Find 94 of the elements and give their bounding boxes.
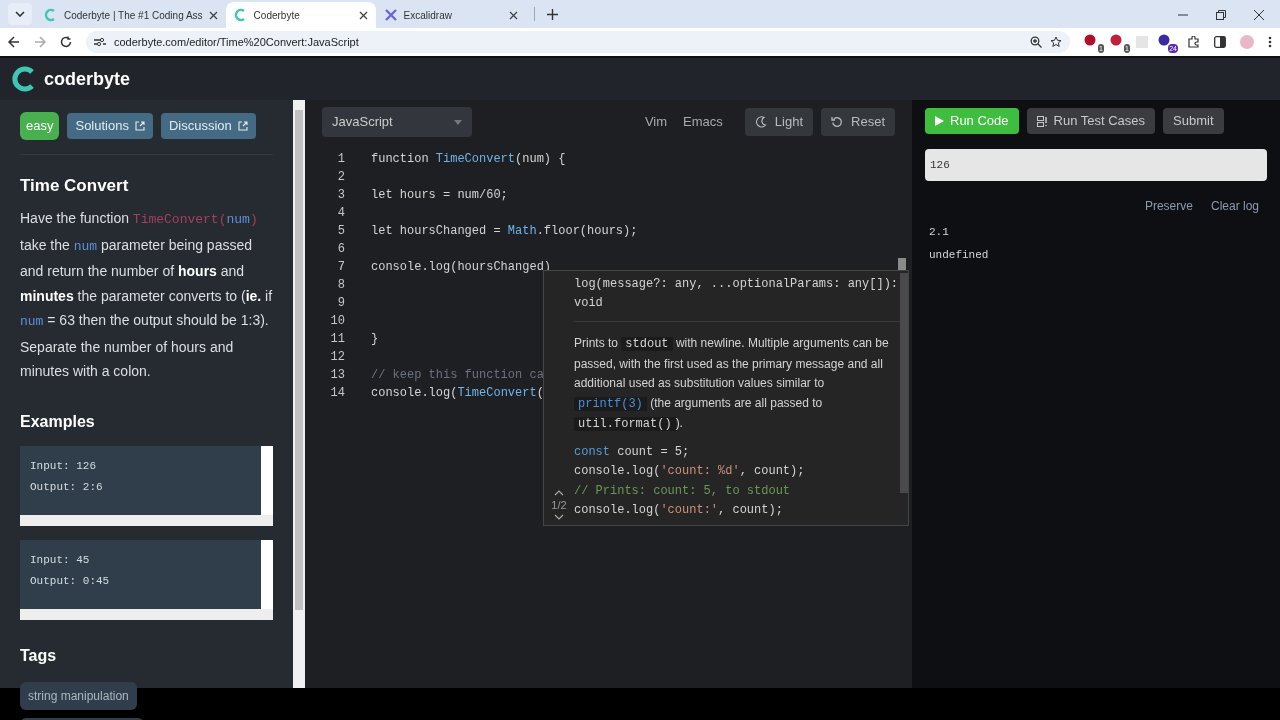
submit-button[interactable]: Submit — [1163, 108, 1224, 134]
caret-icon — [454, 119, 462, 125]
examples-heading: Examples — [20, 411, 96, 432]
code-line: let hoursChanged = Math.floor(hours); — [371, 223, 638, 240]
chevron-down-icon — [15, 11, 25, 17]
input-field[interactable]: 126 — [925, 149, 1267, 181]
address-bar[interactable]: coderbyte.com/editor/Time%20Convert:JavaScript — [86, 31, 1070, 53]
external-link-button[interactable]: Discussion — [160, 112, 256, 139]
theme-button[interactable]: Light — [744, 108, 814, 136]
external-link-icon — [134, 120, 145, 131]
close-icon[interactable] — [1254, 10, 1264, 20]
mode-button[interactable]: Emacs — [683, 112, 723, 132]
site-settings-icon[interactable] — [94, 37, 106, 47]
moon-icon — [754, 116, 767, 128]
editor-scrollbar — [898, 258, 906, 270]
chevron-down-icon — [554, 514, 564, 521]
play-icon — [935, 116, 944, 126]
address-text: coderbyte.com/editor/Time%20Convert:JavaScript — [114, 34, 360, 50]
extension-icon — [1158, 34, 1170, 46]
scrollbar[interactable] — [261, 539, 273, 609]
close-icon — [208, 10, 218, 20]
line-number: 12 — [329, 349, 345, 366]
console-link[interactable]: Preserve — [1144, 197, 1193, 215]
code-line: console.log(TimeConvert( — [371, 385, 544, 402]
console-output: undefined — [929, 247, 990, 263]
browser-tab[interactable]: Excalidraw — [375, 2, 526, 28]
scrollbar-thumb[interactable] — [900, 273, 908, 493]
extension-icon — [1084, 34, 1096, 46]
line-number: 7 — [336, 259, 345, 276]
pager-text: 1/2 — [551, 497, 567, 513]
menu-icon[interactable] — [1268, 36, 1272, 48]
code-line: function TimeConvert(num) { — [371, 151, 566, 168]
line-number: 6 — [336, 241, 345, 258]
line-number: 9 — [336, 295, 345, 312]
difficulty-badge: easy — [20, 112, 60, 140]
back-icon[interactable] — [8, 36, 20, 48]
cross-icon — [383, 8, 398, 22]
zoom-icon[interactable] — [1030, 36, 1042, 48]
code-line: console.log(hoursChanged) — [371, 259, 552, 276]
scrollbar-thumb[interactable] — [295, 110, 303, 610]
line-number: 2 — [336, 169, 345, 186]
code-line: } — [371, 331, 379, 348]
scrollbar[interactable] — [261, 445, 273, 515]
browser-tab[interactable]: Coderbyte | The #1 Coding Ass — [36, 2, 226, 28]
problem-description: Have the function TimeConvert(num) take the num parameter being passed and return the number of hours and minutes the parameter converts to (ie. if num = 63 then the output should be 1:3). Separate the number of hours and minutes with a colon. — [20, 209, 273, 381]
side-panel-icon[interactable] — [1214, 36, 1226, 48]
tab-list-button[interactable] — [8, 3, 32, 25]
example-text: Input: 126 — [30, 458, 97, 474]
line-number: 4 — [336, 205, 345, 222]
puzzle-icon[interactable] — [1188, 36, 1200, 48]
example-text: Output: 0:45 — [30, 574, 111, 589]
logo-text: coderbyte — [44, 67, 131, 91]
line-number: 11 — [329, 331, 345, 348]
extension-icon — [1110, 34, 1122, 46]
horizontal-scrollbar[interactable] — [20, 608, 273, 620]
star-icon[interactable] — [1050, 36, 1062, 48]
line-number: 13 — [329, 367, 345, 384]
code-line: let hours = num/60; — [371, 187, 508, 204]
line-number: 14 — [329, 385, 345, 402]
code-line: // Prints: count: 5, to stdout — [574, 482, 792, 500]
reset-button[interactable]: Reset — [821, 108, 895, 136]
external-link-icon — [237, 120, 248, 131]
console-link[interactable]: Clear log — [1210, 197, 1259, 215]
close-icon — [508, 10, 518, 20]
hover-description: Prints to stdout with newline. Multiple arguments can be passed, with the first used as the primary message and all additional used as substitution values similar to printf(3) (the arguments are all passed to util.format() ). — [574, 335, 890, 433]
code-line: const count = 5; — [574, 443, 691, 461]
code-line: // keep this function ca — [371, 367, 544, 384]
chevron-up-icon — [554, 488, 564, 496]
external-link-button[interactable]: Solutions — [67, 112, 153, 139]
scrollbar[interactable] — [293, 100, 305, 688]
new-tab-icon[interactable] — [546, 9, 558, 20]
tag[interactable]: string manipulation — [20, 681, 137, 710]
tags-heading: Tags — [20, 645, 58, 666]
code-line: console.log('count:', count); — [574, 502, 784, 519]
language-dropdown[interactable]: JavaScript — [322, 107, 472, 137]
close-icon — [358, 10, 368, 20]
example-text: Input: 45 — [30, 552, 91, 568]
line-number: 10 — [329, 313, 345, 330]
line-number: 8 — [336, 277, 345, 294]
problem-title: Time Convert — [20, 174, 130, 197]
line-number: 5 — [336, 223, 345, 240]
console-output: 2.1 — [929, 225, 950, 240]
test-cases-button[interactable]: Run Test Cases — [1026, 108, 1156, 134]
horizontal-scrollbar[interactable] — [20, 514, 273, 526]
line-number: 1 — [336, 151, 345, 168]
mode-button[interactable]: Vim — [644, 112, 668, 132]
reload-icon[interactable] — [60, 36, 72, 48]
test-list-icon — [1036, 115, 1048, 127]
line-number: 3 — [336, 187, 345, 204]
restore-icon[interactable] — [1216, 10, 1226, 20]
reset-icon — [831, 116, 844, 128]
code-line: console.log('count: %d', count); — [574, 463, 806, 480]
example-text: Output: 2:6 — [30, 480, 104, 495]
browser-tab[interactable]: Coderbyte — [225, 2, 376, 28]
